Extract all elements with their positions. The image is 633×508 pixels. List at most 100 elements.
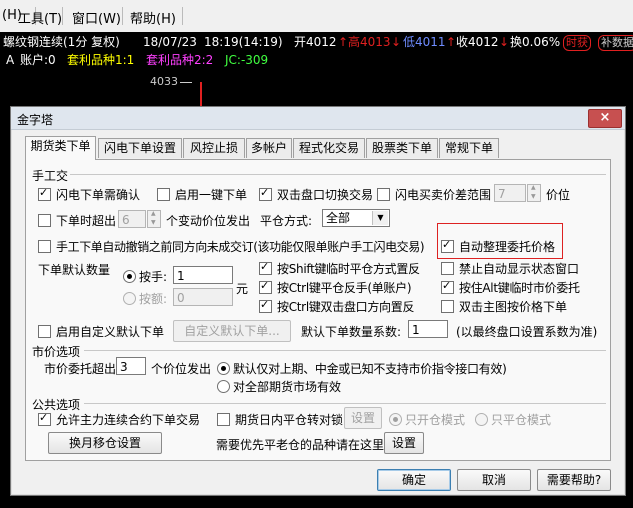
pyramid-settings-dialog: 金字塔 × 期货类下单 闪电下单设置 风控止损 多帐户 程式化交易 股票类下单 …: [10, 106, 626, 496]
close-mode-value: 全部: [326, 211, 351, 225]
timeout-checkbox[interactable]: [38, 214, 51, 227]
help-button[interactable]: 需要帮助?: [537, 469, 611, 491]
open-only-label: 只开仓模式: [405, 413, 466, 427]
shift-close-label: 按Shift键临时平仓方式置反: [277, 262, 420, 276]
close-only-label: 只平仓模式: [491, 413, 552, 427]
menu-item-help[interactable]: 帮助(H): [130, 8, 176, 27]
quote-chip-realtime[interactable]: 时获: [563, 35, 591, 51]
yuan-label: 元: [236, 282, 249, 296]
auto-cancel-checkbox[interactable]: [38, 240, 51, 253]
section-divider: [84, 350, 606, 351]
spread-stepper[interactable]: [527, 184, 541, 202]
intraday-settings-button[interactable]: 设置: [344, 407, 382, 429]
account-value: 账户:0: [20, 53, 56, 67]
tab-regular-order[interactable]: 常规下单: [439, 138, 499, 158]
tab-multi-account[interactable]: 多帐户: [246, 138, 292, 158]
coef-input[interactable]: 1: [408, 320, 448, 338]
menu-separator: [62, 7, 63, 25]
dbl-chart-label: 双击主图按价格下单: [459, 300, 568, 314]
chart-price-label: 4033: [150, 75, 178, 88]
by-amount-radio[interactable]: [123, 292, 136, 305]
price-unit-label: 价位: [546, 188, 571, 202]
default-qty-label: 下单默认数量: [38, 263, 111, 277]
menu-separator: [182, 7, 183, 25]
by-hand-radio[interactable]: [123, 270, 136, 283]
all-futures-label: 对全部期货市场有效: [233, 380, 342, 394]
timeout-suffix-label: 个变动价位发出: [166, 214, 251, 228]
auto-cancel-label: 手工下单自动撤销之前同方向未成交订(该功能仅限单账户手工闪电交易): [56, 240, 425, 254]
quote-open-arrow: ↑: [338, 35, 349, 49]
disable-status-label: 禁止自动显示状态窗口: [459, 262, 580, 276]
close-icon[interactable]: ×: [588, 109, 622, 128]
dbl-chart-checkbox[interactable]: [441, 300, 454, 313]
custom-qty-checkbox[interactable]: [38, 325, 51, 338]
hand-input[interactable]: 1: [173, 266, 233, 284]
priority-settings-button[interactable]: 设置: [384, 432, 424, 454]
tab-panel: 手工交 闪电下单需确认 启用一键下单 双击盘口切换交易 闪电买卖价差范围 7 价…: [25, 159, 611, 461]
dblclick-switch-label: 双击盘口切换交易: [277, 188, 374, 202]
one-click-checkbox[interactable]: [157, 188, 170, 201]
close-mode-select[interactable]: 全部 ▼: [322, 209, 390, 227]
dialog-title: 金字塔: [17, 113, 54, 127]
rollover-settings-button[interactable]: 换月移仓设置: [48, 432, 162, 454]
quote-open: 开4012: [294, 35, 337, 49]
alt-market-checkbox[interactable]: [441, 279, 454, 294]
custom-qty-button[interactable]: 自定义默认下单...: [173, 320, 291, 342]
chart-price-line: [180, 82, 192, 83]
priority-note: 需要优先平老仓的品种请在这里: [216, 438, 385, 452]
flash-spread-label: 闪电买卖价差范围: [395, 188, 492, 202]
tab-flash-order[interactable]: 闪电下单设置: [98, 138, 182, 158]
quote-high: 高4013: [348, 35, 391, 49]
exceed-suffix-label: 个价位发出: [151, 362, 212, 376]
exceed-input[interactable]: 3: [116, 357, 146, 375]
one-click-label: 启用一键下单: [175, 188, 248, 202]
timeout-stepper[interactable]: [147, 210, 161, 228]
by-hand-label: 按手:: [139, 270, 168, 284]
section-divider: [84, 403, 606, 404]
intraday-checkbox[interactable]: [217, 413, 230, 426]
all-futures-radio[interactable]: [217, 380, 230, 393]
open-only-radio[interactable]: [389, 413, 402, 426]
spread-input[interactable]: 7: [494, 184, 526, 202]
quote-bar: 螺纹钢连续(1分 复权) 18/07/23 18:19(14:19) 开4012…: [0, 32, 633, 52]
disable-status-checkbox[interactable]: [441, 262, 454, 275]
menu-bar: (H) 工具(T) 窗口(W) 帮助(H): [0, 0, 633, 33]
amount-input[interactable]: 0: [173, 288, 233, 306]
intraday-label: 期货日内平仓转对锁: [235, 413, 344, 427]
only-futures-label: 默认仅对上期、中金或已知不支持市价指令接口有效): [233, 362, 507, 376]
auto-arrange-checkbox[interactable]: [441, 238, 454, 253]
ctrl-dbl-checkbox[interactable]: [259, 298, 272, 313]
dialog-title-bar: 金字塔 ×: [11, 107, 625, 130]
auto-arrange-label: 自动整理委托价格: [459, 240, 556, 254]
quote-symbol: 螺纹钢连续(1分 复权): [3, 35, 120, 49]
tab-stock-order[interactable]: 股票类下单: [366, 138, 438, 158]
arb-item-2: 套利品种2:2: [146, 53, 214, 67]
shift-close-checkbox[interactable]: [259, 260, 272, 275]
dblclick-switch-checkbox[interactable]: [259, 186, 272, 201]
ctrl-dbl-label: 按Ctrl键双击盘口方向置反: [277, 300, 415, 314]
flash-confirm-label: 闪电下单需确认: [56, 188, 141, 202]
quote-low-arrow: ↑: [446, 35, 457, 49]
menu-item-window[interactable]: 窗口(W): [72, 8, 121, 27]
flash-spread-checkbox[interactable]: [377, 188, 390, 201]
quote-date: 18/07/23: [143, 35, 197, 49]
close-only-radio[interactable]: [475, 413, 488, 426]
menu-item-tools[interactable]: 工具(T): [18, 8, 62, 27]
ctrl-reverse-checkbox[interactable]: [259, 279, 272, 294]
tab-risk-control[interactable]: 风控止损: [183, 138, 245, 158]
section-manual: 手工交: [32, 169, 69, 183]
ok-button[interactable]: 确定: [377, 469, 451, 491]
coef-label: 默认下单数量系数:: [301, 325, 402, 339]
flash-confirm-checkbox[interactable]: [38, 186, 51, 201]
section-market: 市价选项: [32, 345, 81, 359]
cancel-button[interactable]: 取消: [457, 469, 531, 491]
chevron-down-icon: ▼: [372, 211, 388, 225]
only-futures-radio[interactable]: [217, 362, 230, 375]
ctrl-reverse-label: 按Ctrl键平仓反手(单账户): [277, 281, 412, 295]
tab-futures-order[interactable]: 期货类下单: [25, 136, 96, 160]
quote-chip-supplement[interactable]: 补数据: [598, 35, 633, 51]
timeout-input[interactable]: 6: [118, 210, 146, 228]
allow-main-checkbox[interactable]: [38, 411, 51, 426]
tab-program-trading[interactable]: 程式化交易: [293, 138, 365, 158]
custom-qty-label: 启用自定义默认下单: [56, 325, 165, 339]
